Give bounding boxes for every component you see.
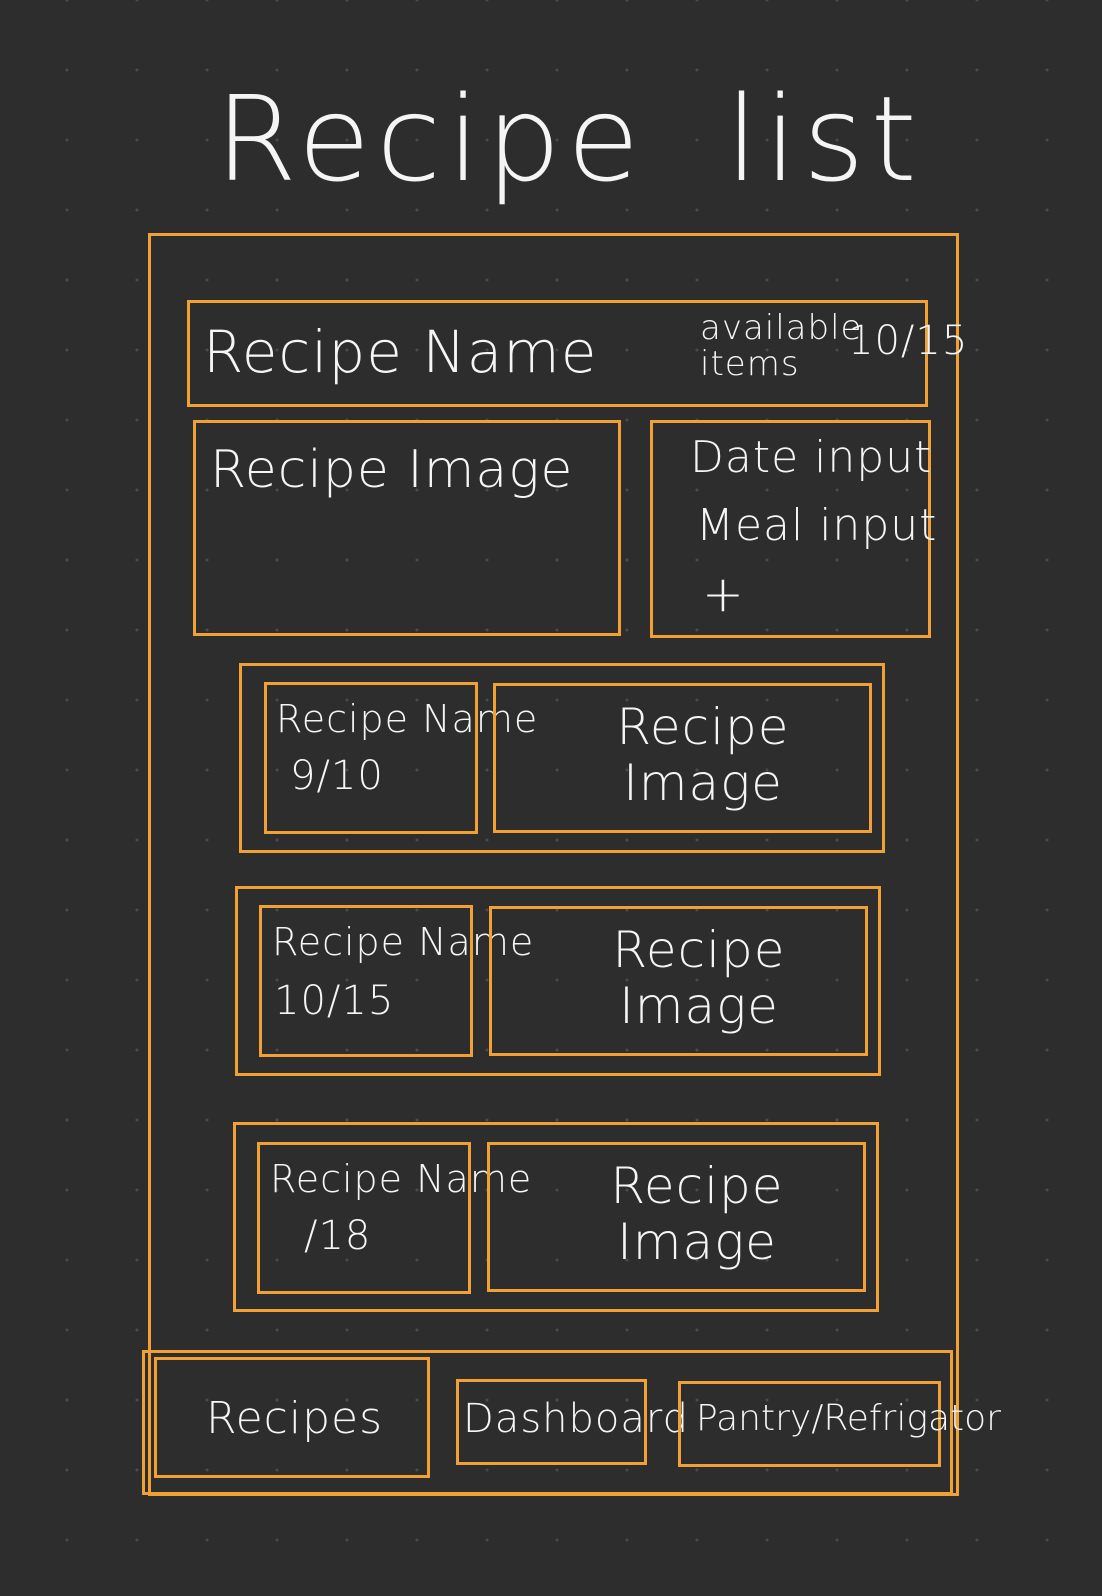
nav-tab-pantry-label: Pantry/Refrigator bbox=[696, 1398, 1001, 1439]
nav-tab-recipes-label: Recipes bbox=[206, 1393, 384, 1444]
recipe-card-count: 10/15 bbox=[274, 978, 395, 1024]
recipe-card-image-label: Recipe Image bbox=[612, 921, 786, 1035]
page-title-word-2: list bbox=[725, 70, 923, 208]
available-items-count: 10/15 bbox=[848, 318, 969, 364]
featured-recipe-name: Recipe Name bbox=[203, 318, 598, 386]
page-title-word-1: Recipe bbox=[215, 70, 646, 208]
date-input[interactable]: Date input bbox=[690, 432, 932, 483]
recipe-card-count: 9/10 bbox=[290, 753, 384, 799]
available-items-label: available items bbox=[700, 308, 863, 384]
add-to-plan-button[interactable]: + bbox=[702, 565, 745, 623]
recipe-card-image-label: Recipe Image bbox=[616, 698, 790, 812]
recipe-card-image-label: Recipe Image bbox=[610, 1157, 784, 1271]
featured-recipe-image-label: Recipe Image bbox=[210, 440, 574, 500]
meal-input[interactable]: Meal input bbox=[696, 500, 937, 551]
page-title: Recipe list bbox=[215, 70, 923, 208]
nav-tab-dashboard-label: Dashboard bbox=[463, 1396, 690, 1442]
recipe-card-count: /18 bbox=[304, 1213, 372, 1259]
